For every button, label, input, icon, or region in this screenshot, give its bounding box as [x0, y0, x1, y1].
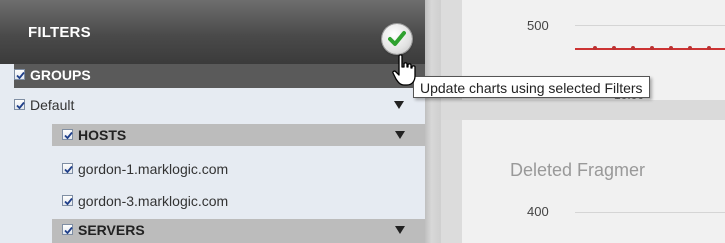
servers-label: SERVERS [78, 222, 145, 238]
checkmark-icon [388, 31, 406, 46]
default-group-label: Default [30, 97, 75, 113]
default-group-row[interactable]: Default [14, 94, 425, 116]
series-point [688, 46, 692, 50]
apply-tooltip: Update charts using selected Filters [413, 76, 650, 98]
grid-line [575, 25, 725, 26]
y-tick-label: 400 [527, 204, 549, 219]
panel-splitter[interactable] [425, 0, 441, 243]
chart-title: Deleted Fragmer [510, 160, 646, 180]
hosts-section-header[interactable]: HOSTS [52, 124, 425, 146]
host-label: gordon-3.marklogic.com [78, 193, 229, 209]
series-point [593, 46, 597, 50]
collapse-arrow-icon[interactable] [394, 101, 404, 109]
host-item-row[interactable]: gordon-1.marklogic.com [52, 158, 425, 180]
grid-line [575, 212, 725, 213]
series-point [612, 46, 616, 50]
servers-section-header[interactable]: SERVERS [52, 219, 425, 243]
hosts-label: HOSTS [78, 127, 127, 143]
series-point [707, 46, 711, 50]
servers-checkbox[interactable] [62, 224, 73, 235]
groups-checkbox[interactable] [14, 69, 25, 80]
groups-section-header[interactable]: GROUPS [14, 64, 425, 88]
series-point [669, 46, 673, 50]
collapse-arrow-icon[interactable] [395, 226, 405, 234]
default-group-checkbox[interactable] [14, 99, 25, 110]
y-tick-label: 500 [527, 18, 549, 33]
filters-title: FILTERS [28, 24, 91, 41]
filters-header: FILTERS [0, 0, 425, 64]
chart-gap [441, 100, 725, 120]
series-point [650, 46, 654, 50]
host-label: gordon-1.marklogic.com [78, 161, 229, 177]
host-checkbox[interactable] [62, 163, 73, 174]
filters-panel: FILTERS GROUPS Default HOSTS gordon-1.ma… [0, 0, 425, 243]
series-point [631, 46, 635, 50]
groups-label: GROUPS [30, 67, 91, 83]
hosts-checkbox[interactable] [62, 129, 73, 140]
chart-panel-deleted-fragments [462, 120, 725, 243]
apply-filters-button[interactable] [382, 24, 412, 54]
collapse-arrow-icon[interactable] [395, 131, 405, 139]
host-checkbox[interactable] [62, 195, 73, 206]
hand-cursor-icon [392, 54, 416, 86]
host-item-row[interactable]: gordon-3.marklogic.com [52, 190, 425, 212]
